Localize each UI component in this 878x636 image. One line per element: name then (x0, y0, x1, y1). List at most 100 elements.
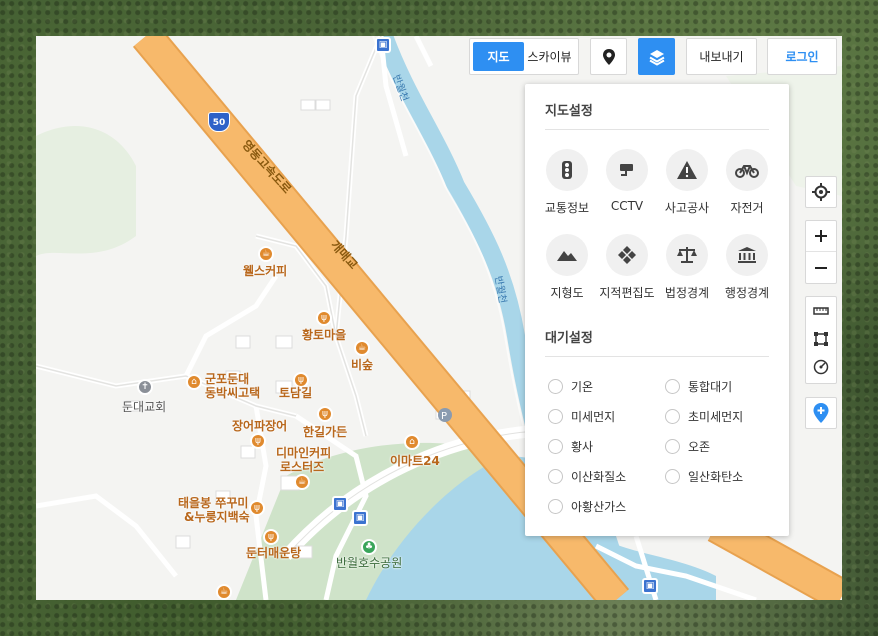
login-button[interactable]: 로그인 (767, 38, 837, 75)
air-option-label: 황사 (571, 440, 594, 454)
poi-jangeo[interactable]: 장어파장어 (232, 417, 287, 434)
cafe-icon[interactable]: ☕ (216, 584, 232, 600)
restaurant-icon[interactable]: ψ (263, 529, 279, 545)
layer-label: 교통정보 (544, 201, 590, 215)
bus-stop-icon[interactable]: ▣ (375, 37, 391, 53)
streetview-button[interactable] (590, 38, 627, 75)
air-option[interactable]: 통합대기 (665, 378, 732, 395)
poi-church[interactable]: 둔대교회 (122, 398, 166, 415)
poi-emart[interactable]: 이마트24 (390, 452, 440, 469)
poi-hangil[interactable]: 한길가든 (303, 423, 347, 440)
poi-gunpo-2[interactable]: 동박씨고택 (205, 384, 260, 401)
layers-button[interactable] (638, 38, 675, 75)
highway-shield: 50 (208, 112, 230, 132)
ruler-icon (813, 307, 829, 315)
church-icon[interactable]: ✝ (137, 379, 153, 395)
air-option[interactable]: 이산화질소 (548, 468, 626, 485)
air-settings-title: 대기설정 (545, 331, 593, 346)
radio-button[interactable] (548, 439, 563, 454)
restaurant-icon[interactable]: ψ (317, 406, 333, 422)
park-icon[interactable]: ♣ (361, 539, 377, 555)
layer-label: 지적편집도 (599, 286, 655, 300)
layer-cadastral[interactable]: 지적편집도 (594, 234, 660, 301)
minus-icon (815, 266, 827, 269)
radio-button[interactable] (665, 379, 680, 394)
terrain-icon (557, 251, 577, 261)
divider (545, 129, 769, 130)
air-option[interactable]: 아황산가스 (548, 498, 626, 515)
radio-button[interactable] (548, 499, 563, 514)
air-option[interactable]: 기온 (548, 378, 593, 395)
layer-bicycle[interactable]: 자전거 (714, 149, 780, 216)
zoom-in-button[interactable] (806, 221, 836, 252)
poi-dunteo[interactable]: 둔터매운탕 (246, 544, 301, 561)
export-button[interactable]: 내보내기 (686, 38, 757, 75)
poi-dimain-2[interactable]: 로스터즈 (280, 458, 324, 475)
scale-icon (677, 247, 697, 263)
radio-button[interactable] (548, 409, 563, 424)
cadastral-icon (618, 246, 636, 264)
add-place-button[interactable] (805, 397, 837, 429)
layer-terrain[interactable]: 지형도 (534, 234, 600, 301)
restaurant-icon[interactable]: ψ (250, 433, 266, 449)
air-option-label: 기온 (571, 380, 594, 394)
air-option[interactable]: 미세먼지 (548, 408, 615, 425)
air-option-label: 초미세먼지 (688, 410, 744, 424)
bus-stop-icon[interactable]: ▣ (352, 510, 368, 526)
cafe-icon[interactable]: ☕ (354, 340, 370, 356)
tool-controls (805, 296, 837, 384)
layer-accident[interactable]: 사고공사 (654, 149, 720, 216)
poi-bisum[interactable]: 비숲 (351, 356, 373, 373)
poi-lake-park[interactable]: 반월호수공원 (336, 554, 402, 571)
layer-traffic[interactable]: 교통정보 (534, 149, 600, 216)
radio-button[interactable] (665, 469, 680, 484)
restaurant-icon[interactable]: ψ (249, 500, 265, 516)
bus-stop-icon[interactable]: ▣ (332, 496, 348, 512)
air-option[interactable]: 오존 (665, 438, 710, 455)
my-location-button[interactable] (805, 176, 837, 208)
radius-icon (813, 359, 829, 375)
radio-button[interactable] (665, 439, 680, 454)
air-option[interactable]: 초미세먼지 (665, 408, 743, 425)
lodging-icon[interactable]: ⌂ (186, 374, 202, 390)
air-option-label: 아황산가스 (571, 500, 627, 514)
poi-todamgil[interactable]: 토담길 (279, 384, 312, 401)
radio-button[interactable] (548, 379, 563, 394)
restaurant-icon[interactable]: ψ (316, 310, 332, 326)
layer-cctv[interactable]: CCTV (594, 149, 660, 213)
bus-stop-icon[interactable]: ▣ (642, 578, 658, 594)
layer-label: 행정경계 (724, 286, 770, 300)
layer-admin-boundary[interactable]: 행정경계 (714, 234, 780, 301)
poi-wells-coffee[interactable]: 웰스커피 (243, 262, 287, 279)
divider (545, 356, 769, 357)
svg-text:P: P (441, 411, 447, 422)
map-settings-title: 지도설정 (545, 104, 593, 119)
cafe-icon[interactable]: ☕ (294, 474, 310, 490)
zoom-controls (805, 220, 837, 284)
poi-taeeul-2[interactable]: &누룽지백숙 (184, 508, 250, 525)
plus-icon (815, 230, 827, 242)
bicycle-icon (735, 165, 759, 178)
air-option[interactable]: 일산화탄소 (665, 468, 743, 485)
radio-button[interactable] (665, 409, 680, 424)
distance-button[interactable] (806, 297, 836, 325)
tab-skyview[interactable]: 스카이뷰 (524, 42, 575, 71)
poi-hwangto[interactable]: 황토마을 (302, 326, 346, 343)
layers-icon (649, 49, 664, 66)
cafe-icon[interactable]: ☕ (258, 246, 274, 262)
air-option-label: 이산화질소 (571, 470, 627, 484)
radius-button[interactable] (806, 353, 836, 381)
layer-label: 사고공사 (664, 201, 710, 215)
air-option[interactable]: 황사 (548, 438, 593, 455)
area-button[interactable] (806, 325, 836, 353)
store-icon[interactable]: ⌂ (404, 434, 420, 450)
add-pin-icon (813, 403, 829, 423)
radio-button[interactable] (548, 469, 563, 484)
tab-map[interactable]: 지도 (473, 42, 524, 71)
air-option-label: 일산화탄소 (688, 470, 744, 484)
layer-settings-panel: 지도설정 교통정보 CCTV 사고공사 자전거 지형도 지적편집도 법정경계 행… (525, 84, 789, 536)
layer-legal-boundary[interactable]: 법정경계 (654, 234, 720, 301)
layer-label: 법정경계 (664, 286, 710, 300)
zoom-out-button[interactable] (806, 252, 836, 283)
government-icon (738, 247, 756, 263)
